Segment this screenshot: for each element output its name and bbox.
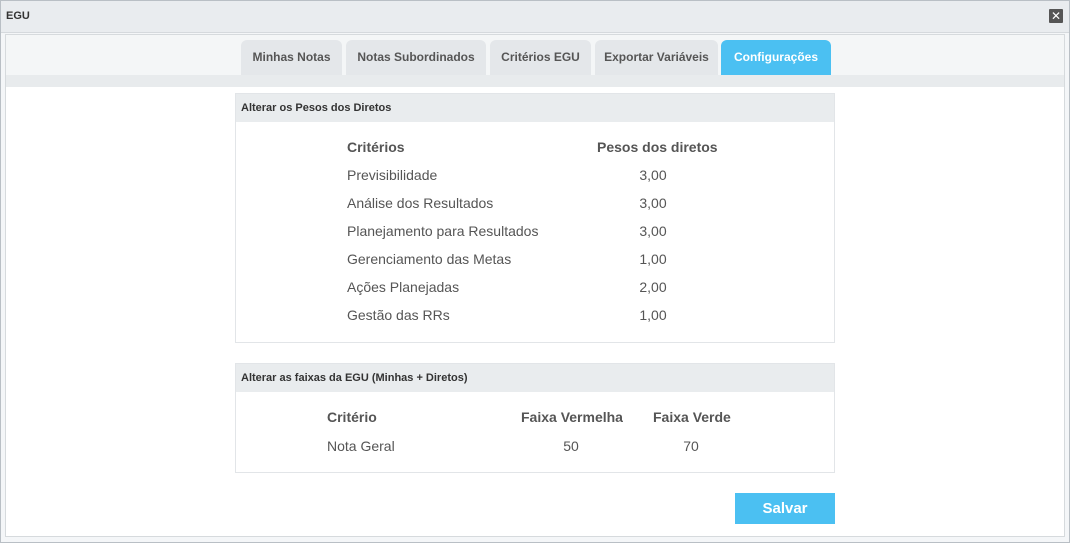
tab-underline-bar [6,75,1064,87]
criterio-label: Previsibilidade [347,167,438,183]
column-header-pesos: Pesos dos diretos [597,139,718,155]
tab-notas-subordinados[interactable]: Notas Subordinados [346,40,486,75]
criterio-label: Análise dos Resultados [347,195,494,211]
tab-criterios-egu[interactable]: Critérios EGU [490,40,591,75]
peso-value[interactable]: 1,00 [603,251,703,267]
faixa-criterio-label: Nota Geral [327,438,395,454]
save-button[interactable]: Salvar [735,493,835,524]
peso-value[interactable]: 3,00 [603,223,703,239]
close-icon[interactable]: ✕ [1049,9,1063,23]
pesos-panel: Alterar os Pesos dos Diretos Critérios P… [235,93,835,343]
faixa-verde-value[interactable]: 70 [641,438,741,454]
peso-value[interactable]: 3,00 [603,167,703,183]
column-header-faixa-verde: Faixa Verde [653,409,731,425]
peso-value[interactable]: 2,00 [603,279,703,295]
faixa-vermelha-value[interactable]: 50 [521,438,621,454]
criterio-label: Gestão das RRs [347,307,450,323]
tab-configuracoes[interactable]: Configurações [721,40,831,75]
criterio-label: Ações Planejadas [347,279,460,295]
egu-window: EGU ✕ Minhas Notas Notas Subordinados Cr… [0,0,1070,543]
column-header-faixa-vermelha: Faixa Vermelha [521,409,623,425]
column-header-criterios: Critérios [347,139,405,155]
column-header-criterio: Critério [327,409,377,425]
window-title: EGU [6,10,30,22]
tab-exportar-variaveis[interactable]: Exportar Variáveis [595,40,718,75]
tab-minhas-notas[interactable]: Minhas Notas [241,40,342,75]
peso-value[interactable]: 3,00 [603,195,703,211]
criterio-label: Planejamento para Resultados [347,223,539,239]
peso-value[interactable]: 1,00 [603,307,703,323]
dialog-content: Minhas Notas Notas Subordinados Critério… [5,34,1065,537]
criterio-label: Gerenciamento das Metas [347,251,512,267]
faixas-panel-header: Alterar as faixas da EGU (Minhas + Diret… [236,364,834,392]
window-titlebar: EGU ✕ [1,1,1069,33]
faixas-panel: Alterar as faixas da EGU (Minhas + Diret… [235,363,835,473]
pesos-panel-header: Alterar os Pesos dos Diretos [236,94,834,122]
